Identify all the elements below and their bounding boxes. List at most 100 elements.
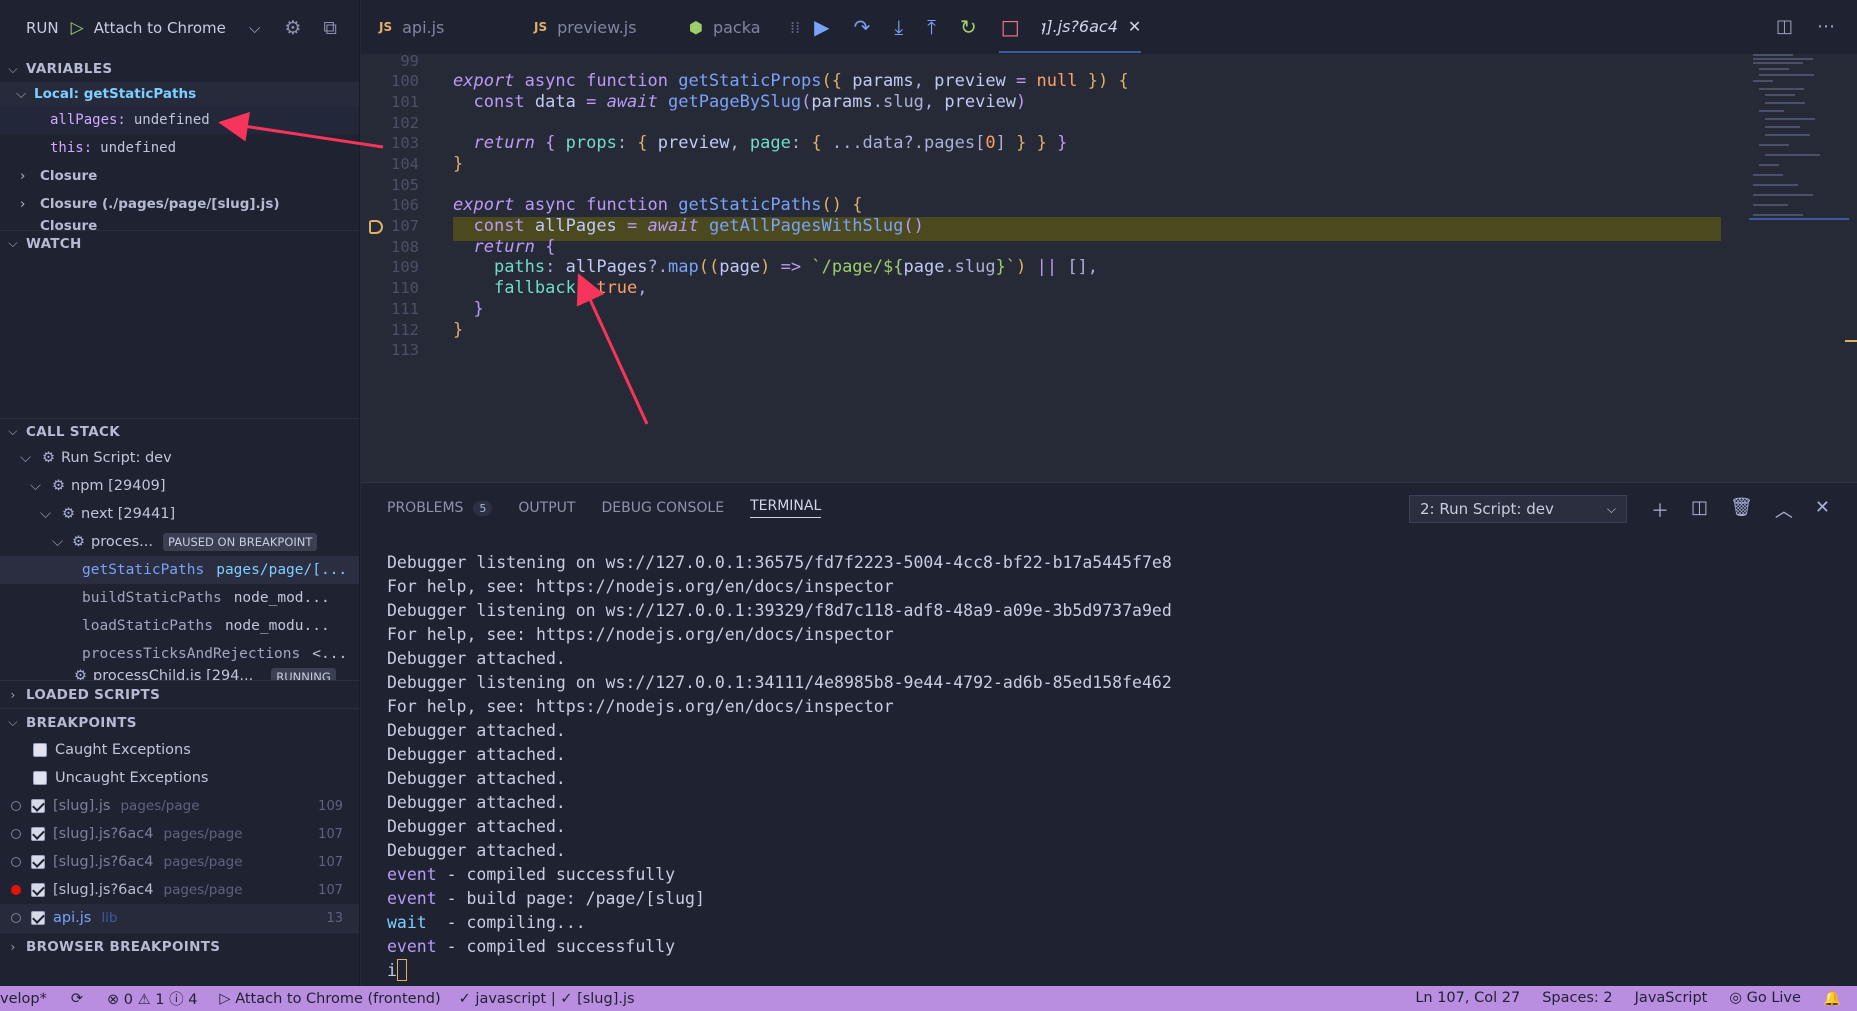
callstack-session[interactable]: ⌵ ⚙ Run Script: dev <box>0 444 359 472</box>
breakpoint-row[interactable]: [slug].js?6ac4 pages/page 107 <box>0 876 359 904</box>
stop-icon[interactable]: □ <box>1001 15 1020 39</box>
eslint-status[interactable]: ✓ javascript | ✓ [slug].js <box>459 991 635 1007</box>
tab-output[interactable]: OUTPUT <box>518 500 575 516</box>
chevron-right-icon: › <box>20 168 26 184</box>
variable-row[interactable]: this: undefined <box>0 134 359 162</box>
code-editor[interactable]: 99 100 101 102 103 104 105 106 107 108 1… <box>361 54 1857 482</box>
new-terminal-icon[interactable]: ＋ <box>1651 497 1669 523</box>
terminal-line: Debugger attached. <box>387 817 566 836</box>
exception-breakpoint-row[interactable]: Caught Exceptions <box>0 736 359 764</box>
chevron-down-icon[interactable]: ⌵ <box>249 19 260 37</box>
close-icon[interactable]: ✕ <box>1128 17 1141 36</box>
line-number: 113 <box>391 341 419 359</box>
variable-row[interactable]: allPages: undefined <box>0 106 359 134</box>
watch-section-header[interactable]: ⌵ WATCH <box>0 230 359 256</box>
browser-breakpoints-section-header[interactable]: › BROWSER BREAKPOINTS <box>0 932 359 960</box>
error-icon: ⊗ <box>107 992 120 1008</box>
tab-debug-console[interactable]: DEBUG CONSOLE <box>601 500 724 516</box>
branch-status[interactable]: velop* <box>0 991 47 1007</box>
terminal-line: For help, see: https://nodejs.org/en/doc… <box>387 625 894 644</box>
breakpoint-row[interactable]: [slug].js pages/page 109 <box>0 792 359 820</box>
breakpoint-dot-icon <box>11 857 21 867</box>
sync-icon[interactable]: ⟳ <box>71 991 83 1007</box>
cursor-position[interactable]: Ln 107, Col 27 <box>1415 990 1520 1007</box>
step-over-icon[interactable]: ↷ <box>854 15 871 39</box>
warning-icon: ⚠ <box>137 992 151 1008</box>
tab-problems[interactable]: PROBLEMS 5 <box>387 500 493 516</box>
checkbox[interactable] <box>33 743 47 757</box>
checkbox[interactable] <box>31 855 45 869</box>
line-number: 103 <box>391 134 419 152</box>
terminal-prompt[interactable]: i <box>387 959 1172 983</box>
debug-target-status[interactable]: ▷ Attach to Chrome (frontend) <box>219 991 440 1007</box>
code-line: const data = await getPageBySlug(params.… <box>473 92 1027 112</box>
callstack-thread-cutoff[interactable]: ⚙ processChild.js [294... RUNNING <box>0 668 359 680</box>
breakpoints-section-header[interactable]: ⌵ BREAKPOINTS <box>0 708 359 736</box>
exception-breakpoint-row[interactable]: Uncaught Exceptions <box>0 764 359 792</box>
line-number: 111 <box>391 300 419 318</box>
stack-frame[interactable]: processTicksAndRejections <... <box>0 640 359 668</box>
loaded-scripts-section-header[interactable]: › LOADED SCRIPTS <box>0 680 359 708</box>
stack-frame-active[interactable]: getStaticPaths pages/page/[... <box>0 556 359 584</box>
terminal-line: wait - compiling... <box>387 913 586 932</box>
callstack-session[interactable]: ⌵ ⚙ npm [29409] <box>0 472 359 500</box>
run-toolbar: RUN ▷ Attach to Chrome ⌵ ⚙ ⧉ <box>0 0 359 56</box>
drag-handle-icon[interactable]: ⁞⁞ <box>790 18 800 37</box>
language-mode[interactable]: JavaScript <box>1635 990 1708 1007</box>
debug-console-icon[interactable]: ⧉ <box>323 17 337 39</box>
callstack-section-header[interactable]: ⌵ CALL STACK <box>0 418 359 444</box>
checkbox[interactable] <box>31 911 45 925</box>
close-panel-icon[interactable]: ✕ <box>1815 497 1830 523</box>
minimap[interactable] <box>1749 54 1849 254</box>
tab-terminal[interactable]: TERMINAL <box>750 498 822 518</box>
variables-section-header[interactable]: ⌵ VARIABLES <box>0 56 359 82</box>
terminal-line: event - compiled successfully <box>387 937 676 956</box>
checkbox[interactable] <box>31 799 45 813</box>
step-out-icon[interactable]: ⤒ <box>927 15 936 39</box>
checkbox[interactable] <box>31 883 45 897</box>
stack-frame[interactable]: loadStaticPaths node_modu... <box>0 612 359 640</box>
step-into-icon[interactable]: ⤓ <box>894 15 903 39</box>
indentation-status[interactable]: Spaces: 2 <box>1542 990 1612 1007</box>
split-terminal-icon[interactable]: ◫ <box>1691 497 1708 523</box>
closure-scope[interactable]: Closure <box>0 218 359 230</box>
callstack-session[interactable]: ⌵ ⚙ next [29441] <box>0 500 359 528</box>
bug-icon: ⚙ <box>72 534 85 550</box>
scope-local[interactable]: ⌵ Local: getStaticPaths <box>0 82 359 106</box>
running-badge: RUNNING <box>271 668 336 680</box>
line-number: 106 <box>391 196 419 214</box>
maximize-panel-icon[interactable]: ︿ <box>1775 497 1793 523</box>
restart-icon[interactable]: ↻ <box>960 15 977 39</box>
tab-api-js[interactable]: JS api.js <box>361 0 516 54</box>
tab-preview-js[interactable]: JS preview.js <box>516 0 671 54</box>
trash-icon[interactable]: 🗑 <box>1730 497 1753 523</box>
checkbox[interactable] <box>31 827 45 841</box>
problems-status[interactable]: ⊗ 0 ⚠ 1 ⓘ 4 <box>107 988 197 1009</box>
closure-scope[interactable]: › Closure (./pages/page/[slug].js) <box>0 190 359 218</box>
breakpoint-row[interactable]: api.js lib 13 <box>0 904 359 932</box>
launch-config-select[interactable]: Attach to Chrome <box>94 19 249 37</box>
stack-frame[interactable]: buildStaticPaths node_mod... <box>0 584 359 612</box>
vscode-window: RUN ▷ Attach to Chrome ⌵ ⚙ ⧉ ⌵ VARIABLES… <box>0 0 1857 1011</box>
line-number: 104 <box>391 155 419 173</box>
continue-icon[interactable]: ▶ <box>814 15 829 39</box>
terminal-output[interactable]: Debugger listening on ws://127.0.0.1:365… <box>387 551 1172 983</box>
tab-package[interactable]: ⬢ packa <box>671 0 767 54</box>
gear-icon[interactable]: ⚙ <box>284 17 301 39</box>
notifications-icon[interactable]: 🔔 <box>1823 990 1841 1007</box>
code-line: const allPages = await getAllPagesWithSl… <box>473 216 924 236</box>
terminal-select[interactable]: 2: Run Script: dev ⌵ <box>1409 495 1627 523</box>
start-debug-icon[interactable]: ▷ <box>71 18 84 38</box>
breakpoint-row[interactable]: [slug].js?6ac4 pages/page 107 <box>0 848 359 876</box>
checkbox[interactable] <box>33 771 47 785</box>
more-actions-icon[interactable]: ⋯ <box>1817 16 1835 37</box>
split-editor-icon[interactable]: ◫ <box>1776 16 1793 37</box>
breakpoint-row[interactable]: [slug].js?6ac4 pages/page 107 <box>0 820 359 848</box>
chevron-down-icon: ⌵ <box>30 478 41 494</box>
callstack-thread[interactable]: ⌵ ⚙ proces... PAUSED ON BREAKPOINT <box>0 528 359 556</box>
status-right: Ln 107, Col 27 Spaces: 2 JavaScript ◎ Go… <box>1415 990 1857 1007</box>
package-icon: ⬢ <box>689 17 703 37</box>
closure-scope[interactable]: › Closure <box>0 162 359 190</box>
go-live-button[interactable]: ◎ Go Live <box>1729 990 1801 1007</box>
info-icon: ⓘ <box>169 992 184 1008</box>
